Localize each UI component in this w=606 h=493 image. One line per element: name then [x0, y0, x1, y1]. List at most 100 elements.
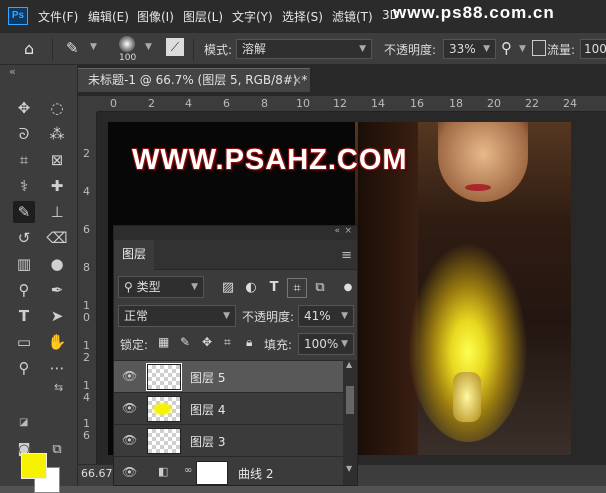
- layer-name: 图层 3: [190, 435, 226, 449]
- fill-field[interactable]: 100% ▼: [298, 333, 354, 355]
- lock-all-icon[interactable]: 🔒︎: [246, 335, 252, 350]
- zoom-level[interactable]: 66.67: [81, 467, 113, 480]
- menu-select[interactable]: 选择(S): [282, 8, 323, 25]
- brush-tip-icon[interactable]: [119, 36, 135, 52]
- hand-tool-icon[interactable]: ✋: [46, 331, 68, 353]
- lasso-tool-icon[interactable]: ᘐ: [13, 123, 35, 145]
- expand-tools-icon[interactable]: «: [9, 65, 16, 78]
- rectangle-tool-icon[interactable]: ▭: [13, 331, 35, 353]
- visibility-eye-icon[interactable]: 👁︎: [122, 433, 137, 447]
- menu-filter[interactable]: 滤镜(T): [332, 8, 373, 25]
- gradient-tool-icon[interactable]: ▥: [13, 253, 35, 275]
- chevron-down-icon[interactable]: ▼: [519, 44, 526, 54]
- fill-label: 填充:: [264, 338, 293, 352]
- filter-smart-object-icon[interactable]: ⧉: [310, 278, 330, 298]
- more-tools-icon[interactable]: ⋯: [46, 357, 68, 379]
- scroll-up-icon[interactable]: ▲: [346, 360, 352, 369]
- type-tool-icon[interactable]: T: [13, 305, 35, 327]
- path-selection-icon[interactable]: ➤: [46, 305, 68, 327]
- layer-name: 曲线 2: [238, 467, 274, 481]
- layer-row-5[interactable]: 👁︎ 图层 5: [114, 360, 343, 392]
- close-panel-icon[interactable]: ×: [344, 226, 352, 236]
- chevron-down-icon: ▼: [223, 311, 230, 321]
- glowing-bottle: [453, 372, 481, 422]
- blend-mode-select[interactable]: 正常 ▼: [118, 305, 236, 327]
- chevron-down-icon: ▼: [341, 339, 348, 349]
- mode-label: 模式:: [204, 43, 233, 57]
- menu-image[interactable]: 图像(I): [137, 8, 174, 25]
- filter-toggle-icon[interactable]: ●: [338, 278, 358, 298]
- move-tool-icon[interactable]: ✥: [13, 97, 35, 119]
- layer-opacity-value: 41%: [304, 309, 331, 323]
- layer-row-4[interactable]: 👁︎ 图层 4: [114, 392, 343, 424]
- filter-adjustment-icon[interactable]: ◐: [241, 278, 261, 298]
- collapse-panel-icon[interactable]: «: [334, 226, 340, 236]
- history-brush-icon[interactable]: ↺: [13, 227, 35, 249]
- flow-value: 100: [584, 42, 606, 56]
- pen-tool-icon[interactable]: ✒: [46, 279, 68, 301]
- lock-position-icon[interactable]: ✥: [202, 335, 212, 349]
- healing-brush-icon[interactable]: ✚: [46, 175, 68, 197]
- filter-pixel-icon[interactable]: ▨: [218, 278, 238, 298]
- panel-header: « ×: [114, 226, 357, 240]
- home-icon[interactable]: ⌂: [24, 39, 34, 58]
- magic-wand-icon[interactable]: ⁂: [46, 123, 68, 145]
- panel-menu-icon[interactable]: ≡: [341, 248, 352, 263]
- chevron-down-icon: ▼: [191, 282, 198, 292]
- eyedropper-icon[interactable]: ⚕: [13, 175, 35, 197]
- visibility-eye-icon[interactable]: 👁︎: [122, 465, 137, 479]
- menu-edit[interactable]: 编辑(E): [88, 8, 129, 25]
- visibility-eye-icon[interactable]: 👁︎: [122, 401, 137, 415]
- screen-mode-icon[interactable]: ⧉: [46, 439, 68, 461]
- scrollbar-thumb[interactable]: [346, 386, 354, 414]
- swap-colors-icon[interactable]: ⇆: [54, 381, 63, 394]
- filter-type-icon[interactable]: T: [264, 278, 284, 298]
- lock-artboard-icon[interactable]: ⌗: [224, 335, 231, 350]
- layer-row-3[interactable]: 👁︎ 图层 3: [114, 424, 343, 456]
- brush-size-label: 100: [119, 53, 137, 63]
- visibility-eye-icon[interactable]: 👁︎: [122, 369, 137, 383]
- ruler-corner: [78, 96, 97, 112]
- default-colors-icon[interactable]: ◪: [19, 417, 28, 428]
- close-icon[interactable]: ×: [292, 73, 302, 87]
- adjustment-layer-icon: ◧: [158, 465, 169, 478]
- zoom-tool-icon[interactable]: ⚲: [13, 357, 35, 379]
- opacity-value: 33%: [449, 42, 476, 56]
- horizontal-ruler[interactable]: 0 2 4 6 8 10 12 14 16 18 20 22 24: [97, 96, 606, 112]
- menu-layer[interactable]: 图层(L): [183, 8, 223, 25]
- blur-tool-icon[interactable]: ●: [46, 253, 68, 275]
- crop-tool-icon[interactable]: ⌗: [13, 149, 35, 171]
- brush-tool-icon[interactable]: ✎: [13, 201, 35, 223]
- lock-transparency-icon[interactable]: ▦: [158, 335, 169, 349]
- layer-opacity-field[interactable]: 41% ▼: [298, 305, 354, 327]
- vertical-ruler[interactable]: 2 4 6 8 1 0 1 2 1 4 1 6: [78, 112, 97, 464]
- frame-tool-icon[interactable]: ⊠: [46, 149, 68, 171]
- foreground-color-swatch[interactable]: [21, 453, 47, 479]
- filter-kind-select[interactable]: ⚲ 类型 ▼: [118, 276, 204, 298]
- layer-row-curves[interactable]: 👁︎ ◧ ∞ 曲线 2: [114, 456, 343, 488]
- mode-select[interactable]: 溶解 ▼: [236, 39, 372, 59]
- eraser-icon[interactable]: ⌫: [46, 227, 68, 249]
- chevron-down-icon[interactable]: ▼: [145, 42, 152, 52]
- lock-label: 锁定:: [120, 338, 149, 352]
- filter-shape-icon[interactable]: ⌗: [287, 278, 307, 298]
- brush-preset-icon[interactable]: ✎: [66, 39, 79, 57]
- pressure-opacity-icon[interactable]: [532, 40, 546, 56]
- lock-pixels-icon[interactable]: ✎: [180, 335, 190, 349]
- chevron-down-icon[interactable]: ▼: [90, 42, 97, 52]
- clone-stamp-icon[interactable]: ⊥: [46, 201, 68, 223]
- tab-layers[interactable]: 图层: [114, 240, 154, 270]
- flow-field[interactable]: 100: [580, 39, 606, 59]
- search-icon[interactable]: ⚲: [501, 39, 512, 57]
- link-icon: ∞: [184, 465, 193, 476]
- menu-file[interactable]: 文件(F): [38, 8, 78, 25]
- scroll-down-icon[interactable]: ▼: [346, 464, 352, 473]
- menu-type[interactable]: 文字(Y): [232, 8, 273, 25]
- layer-thumbnail: [147, 396, 181, 422]
- layers-scrollbar[interactable]: ▲ ▼: [343, 360, 357, 485]
- elliptical-marquee-icon[interactable]: ◌: [46, 97, 68, 119]
- brush-settings-icon[interactable]: ⟋: [166, 38, 184, 56]
- dodge-tool-icon[interactable]: ⚲: [13, 279, 35, 301]
- opacity-field[interactable]: 33% ▼: [443, 39, 496, 59]
- document-tab[interactable]: 未标题-1 @ 66.7% (图层 5, RGB/8#) *: [78, 68, 310, 92]
